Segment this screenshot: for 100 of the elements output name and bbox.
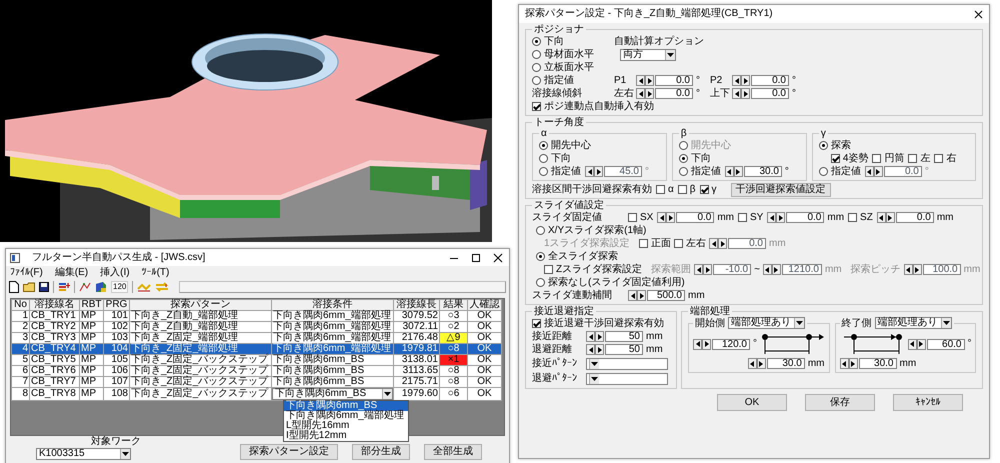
table-row[interactable]: 5 CB_TRY5 MP 105 下向き_Z固定_バックステップ 下向き隅肉6mm_BS 3138.01 ×1 OK [12,354,502,366]
radio-button[interactable] [536,278,545,287]
radio-button[interactable] [532,37,541,46]
button[interactable]: 干渉回避探索値設定 [730,182,831,196]
button[interactable]: ｷｬﾝｾﾙ [893,394,963,411]
block-icon[interactable] [95,281,107,293]
toolbar-label[interactable]: 120 [111,281,128,293]
decrement-button[interactable] [694,264,704,275]
decrement-button[interactable] [628,290,637,301]
dropdown-option[interactable]: 下向き隅肉6mm_端部処理 [284,411,408,421]
checkbox[interactable] [544,265,553,274]
increment-button[interactable] [637,290,646,301]
radio-button[interactable] [539,154,548,163]
number-field[interactable]: 500.0 [647,290,685,301]
checkbox[interactable] [908,154,918,163]
menu-item[interactable]: 編集(E) [54,266,88,278]
dropdown[interactable]: 両方 [620,48,676,60]
button[interactable]: 保存 [805,394,875,411]
checkbox[interactable] [738,213,748,222]
dropdown[interactable]: K1003315 [36,448,131,460]
table-row[interactable]: 2 CB_TRY2 MP 102 下向き_Z自動_端部処理 下向き隅肉6mm_端部処理 3072.11 ○2 OK [12,322,502,332]
table-row[interactable]: 8 CB_TRY8 MP 108 下向き_Z固定_バックステップ 下向き隅肉6mm_BS 1979.60 ○6 OK [12,388,502,400]
number-field[interactable]: 0.0 [655,75,693,86]
decrement-button[interactable] [732,75,741,86]
increment-button[interactable] [916,338,926,350]
increment-button[interactable] [741,88,750,99]
dropdown-option[interactable]: 下向き隅肉6mm_BS [284,401,408,411]
radio-button[interactable] [536,226,545,235]
checkbox[interactable] [639,239,648,248]
number-field[interactable]: 60.0 [926,338,964,350]
number-field[interactable]: 30.0 [744,166,782,177]
checkbox[interactable] [700,185,709,194]
checkbox[interactable] [848,213,858,222]
checkbox[interactable] [678,185,687,194]
decrement-button[interactable] [840,358,848,369]
number-field[interactable]: 0.0 [751,75,789,86]
button[interactable]: OK [717,394,787,411]
increment-button[interactable] [666,212,676,223]
button[interactable]: 全部生成 [424,444,482,460]
radio-button[interactable] [678,167,688,176]
folder-icon[interactable] [23,282,35,292]
decrement-button[interactable] [586,344,595,355]
column-header[interactable]: 溶接条件 [272,300,394,310]
column-header[interactable]: 人確認 [468,300,502,310]
decrement-button[interactable] [904,264,913,275]
number-field[interactable]: 30.0 [766,358,805,369]
column-header[interactable]: 溶接線長 [394,300,440,310]
checkbox[interactable] [934,154,944,163]
increment-button[interactable] [594,166,603,177]
radio-button[interactable] [536,252,545,261]
radio-button[interactable] [818,141,828,150]
button[interactable]: 探索パターン設定 [240,444,338,460]
column-header[interactable]: No [12,300,30,310]
radio-button[interactable] [539,141,548,150]
menu-item[interactable]: ﾌｧｲﾙ(F) [10,266,43,278]
radio-button[interactable] [818,167,828,176]
checkbox[interactable] [674,239,683,248]
number-field[interactable]: 0.0 [655,88,693,99]
checkbox[interactable] [628,213,637,222]
number-field[interactable]: 50 [605,344,643,355]
increment-button[interactable] [703,264,712,275]
number-field[interactable]: 0.0 [786,212,824,223]
decrement-button[interactable] [876,212,886,223]
increment-button[interactable] [645,75,654,86]
number-field[interactable]: 0.0 [751,88,789,99]
decrement-button[interactable] [585,166,594,177]
decrement-button[interactable] [732,88,741,99]
maximize-icon[interactable] [471,252,481,262]
column-header[interactable]: 結果 [440,300,468,310]
decrement-button[interactable] [767,212,776,223]
dropdown[interactable]: 端部処理あり [728,317,805,329]
table-row[interactable]: 7 CB_TRY7 MP 107 下向き_Z固定_バックステップ 下向き隅肉6mm_BS 2175.71 ○8 OK [12,376,502,388]
decrement-button[interactable] [864,166,874,177]
polyline-icon[interactable] [79,281,91,293]
number-field[interactable]: 120.0 [712,338,750,350]
close-icon[interactable] [974,10,983,18]
increment-button[interactable] [595,331,604,342]
dropdown-option[interactable]: I型開先12mm [284,431,408,441]
radio-button[interactable] [532,76,541,85]
decrement-button[interactable] [709,238,718,249]
number-field[interactable]: 50 [605,331,643,342]
decrement-button[interactable] [748,358,757,369]
number-field[interactable]: 30.0 [858,358,896,369]
column-header[interactable]: 探索パターン [130,300,272,310]
button[interactable]: 部分生成 [352,444,410,460]
dropdown[interactable] [586,358,668,370]
number-field[interactable]: 0.0 [676,212,714,223]
radio-button[interactable] [532,50,541,59]
decrement-button[interactable] [724,166,734,177]
increment-button[interactable] [741,75,750,86]
save-icon[interactable] [39,282,49,292]
table-row[interactable]: 1 CB_TRY1 MP 101 下向き_Z自動_端部処理 下向き隅肉6mm_端部処理 3079.52 ○3 OK [12,310,502,322]
radio-button[interactable] [678,154,688,163]
decrement-button[interactable] [693,338,702,350]
decrement-button[interactable] [762,264,772,275]
decrement-button[interactable] [636,75,645,86]
menu-item[interactable]: 挿入(I) [100,266,130,278]
increment-button[interactable] [718,238,727,249]
list-add-icon[interactable] [58,281,70,293]
dropdown-option[interactable]: L型開先16mm [284,421,408,431]
